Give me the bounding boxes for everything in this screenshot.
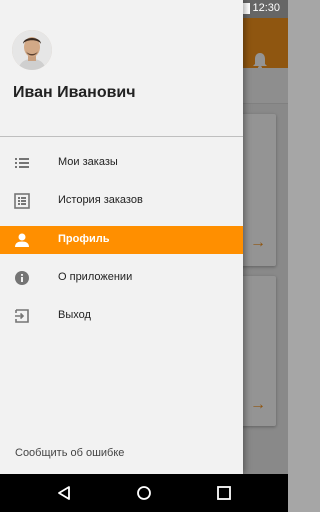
- person-icon: [15, 233, 29, 247]
- menu-item-profile[interactable]: Профиль: [0, 226, 243, 254]
- divider: [0, 136, 243, 137]
- user-name: Иван Иванович: [13, 84, 136, 101]
- report-error-link[interactable]: Сообщить об ошибке: [15, 447, 124, 459]
- menu-item-about[interactable]: О приложении: [0, 264, 243, 292]
- menu-item-label: О приложении: [58, 271, 133, 283]
- recents-icon[interactable]: [216, 485, 232, 501]
- navigation-bar: [0, 474, 288, 512]
- menu-item-my-orders[interactable]: Мои заказы: [0, 149, 243, 177]
- battery-icon: [243, 3, 250, 14]
- menu-item-label: История заказов: [58, 194, 143, 206]
- list-icon: [15, 158, 29, 168]
- status-time: 12:30: [252, 2, 280, 14]
- menu-item-order-history[interactable]: История заказов: [0, 187, 243, 215]
- exit-icon: [15, 309, 29, 323]
- back-icon[interactable]: [56, 485, 72, 501]
- menu-item-label: Выход: [58, 309, 91, 321]
- avatar-photo: [12, 30, 52, 70]
- menu-item-label: Профиль: [58, 233, 110, 245]
- navigation-drawer: Иван Иванович Мои заказы История заказов…: [0, 0, 243, 474]
- avatar[interactable]: [12, 30, 52, 70]
- menu-item-label: Мои заказы: [58, 156, 118, 168]
- home-icon[interactable]: [136, 485, 152, 501]
- history-list-icon: [14, 193, 30, 209]
- info-icon: [15, 271, 29, 285]
- menu-item-logout[interactable]: Выход: [0, 302, 243, 330]
